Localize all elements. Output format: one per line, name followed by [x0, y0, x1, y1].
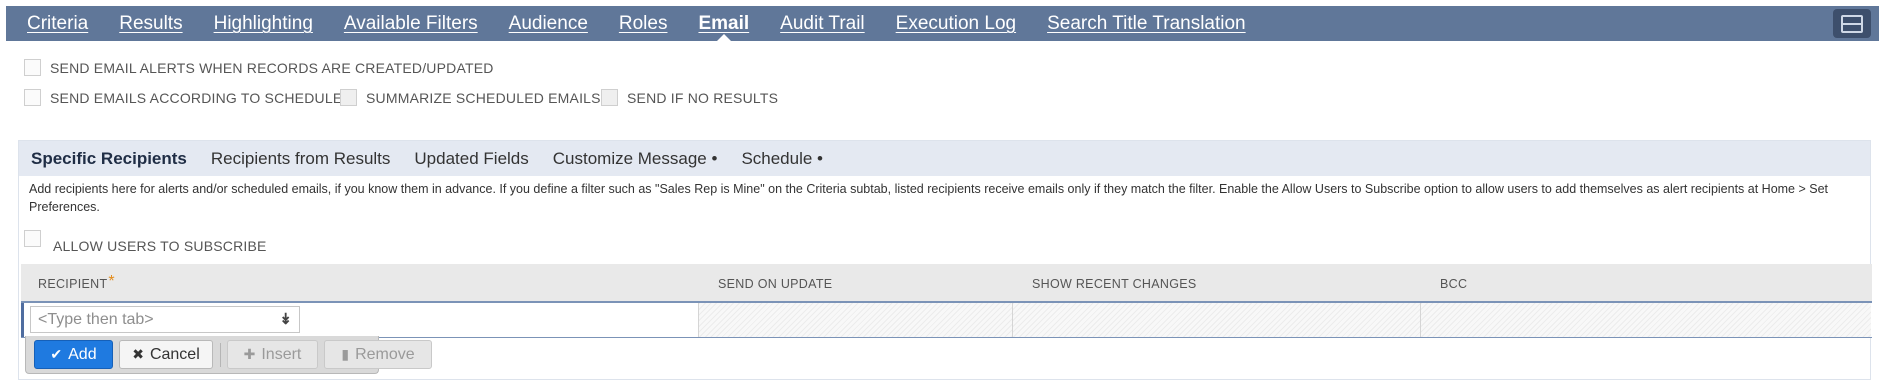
- subtab-bar: Specific Recipients Recipients from Resu…: [19, 141, 1870, 176]
- col-show-recent-changes: SHOW RECENT CHANGES: [1032, 277, 1197, 291]
- add-button-label: Add: [68, 345, 97, 363]
- col-send-on-update: SEND ON UPDATE: [718, 277, 833, 291]
- tab-available-filters[interactable]: Available Filters: [344, 6, 478, 41]
- tab-highlighting[interactable]: Highlighting: [214, 6, 313, 41]
- recipient-select[interactable]: <Type then tab> ↡: [30, 306, 300, 333]
- layout-icon: [1841, 14, 1863, 33]
- subtab-specific-recipients[interactable]: Specific Recipients: [31, 149, 187, 169]
- recipients-table-header: RECIPIENT* SEND ON UPDATE SHOW RECENT CH…: [21, 264, 1872, 301]
- recipient-placeholder: <Type then tab>: [38, 311, 154, 328]
- row-button-bar: ✔ Add ✖ Cancel ✚ Insert ▮ Remove: [25, 336, 432, 374]
- tab-audience[interactable]: Audience: [509, 6, 588, 41]
- send-alerts-option: SEND EMAIL ALERTS WHEN RECORDS ARE CREAT…: [24, 59, 494, 76]
- tab-criteria[interactable]: Criteria: [27, 6, 88, 41]
- layout-menu-button[interactable]: [1833, 9, 1871, 38]
- tab-email[interactable]: Email: [698, 6, 749, 41]
- send-alerts-label: SEND EMAIL ALERTS WHEN RECORDS ARE CREAT…: [50, 59, 494, 76]
- col-recipient: RECIPIENT*: [38, 264, 115, 301]
- send-on-update-cell[interactable]: [698, 303, 1013, 337]
- summarize-checkbox[interactable]: [340, 89, 357, 106]
- bcc-cell[interactable]: [1420, 303, 1871, 337]
- tab-roles[interactable]: Roles: [619, 6, 668, 41]
- insert-button[interactable]: ✚ Insert: [227, 340, 318, 369]
- recipients-panel: Specific Recipients Recipients from Resu…: [18, 140, 1872, 380]
- subtab-schedule[interactable]: Schedule •: [741, 149, 823, 169]
- send-no-results-label: SEND IF NO RESULTS: [627, 89, 779, 106]
- trash-icon: ▮: [341, 346, 350, 362]
- close-icon: ✖: [132, 346, 144, 362]
- send-no-results-checkbox[interactable]: [601, 89, 618, 106]
- show-recent-changes-cell[interactable]: [1012, 303, 1421, 337]
- required-marker: *: [108, 273, 115, 290]
- send-alerts-checkbox[interactable]: [24, 59, 41, 76]
- tab-search-title-translation[interactable]: Search Title Translation: [1047, 6, 1246, 41]
- button-divider: [220, 343, 221, 367]
- allow-subscribe-label: ALLOW USERS TO SUBSCRIBE: [53, 237, 267, 254]
- allow-subscribe-checkbox[interactable]: [24, 230, 41, 247]
- col-bcc: BCC: [1440, 277, 1468, 291]
- top-tab-bar: Criteria Results Highlighting Available …: [6, 6, 1879, 41]
- send-no-results-option: SEND IF NO RESULTS: [601, 89, 778, 106]
- send-schedule-option: SEND EMAILS ACCORDING TO SCHEDULE: [24, 89, 342, 106]
- cancel-button-label: Cancel: [149, 345, 200, 363]
- row-edit-marker: [21, 303, 24, 337]
- summarize-label: SUMMARIZE SCHEDULED EMAILS: [366, 89, 601, 106]
- help-text: Add recipients here for alerts and/or sc…: [29, 182, 1829, 214]
- allow-subscribe-option: ALLOW USERS TO SUBSCRIBE: [24, 230, 267, 254]
- insert-button-label: Insert: [261, 345, 302, 363]
- remove-button-label: Remove: [355, 345, 415, 363]
- subtab-recipients-from-results[interactable]: Recipients from Results: [211, 149, 391, 169]
- checkmark-icon: ✔: [50, 346, 63, 362]
- send-schedule-label: SEND EMAILS ACCORDING TO SCHEDULE: [50, 89, 343, 106]
- table-row: <Type then tab> ↡: [21, 301, 1872, 338]
- double-chevron-down-icon[interactable]: ↡: [279, 307, 292, 332]
- cancel-button[interactable]: ✖ Cancel: [119, 340, 213, 369]
- tab-results[interactable]: Results: [119, 6, 182, 41]
- subtab-updated-fields[interactable]: Updated Fields: [414, 149, 528, 169]
- plus-icon: ✚: [243, 346, 256, 362]
- tab-execution-log[interactable]: Execution Log: [896, 6, 1016, 41]
- summarize-option: SUMMARIZE SCHEDULED EMAILS: [340, 89, 601, 106]
- remove-button[interactable]: ▮ Remove: [324, 340, 432, 369]
- add-button[interactable]: ✔ Add: [34, 340, 113, 369]
- col-recipient-label: RECIPIENT: [38, 277, 108, 291]
- subtab-customize-message[interactable]: Customize Message •: [553, 149, 718, 169]
- send-schedule-checkbox[interactable]: [24, 89, 41, 106]
- tab-audit-trail[interactable]: Audit Trail: [780, 6, 864, 41]
